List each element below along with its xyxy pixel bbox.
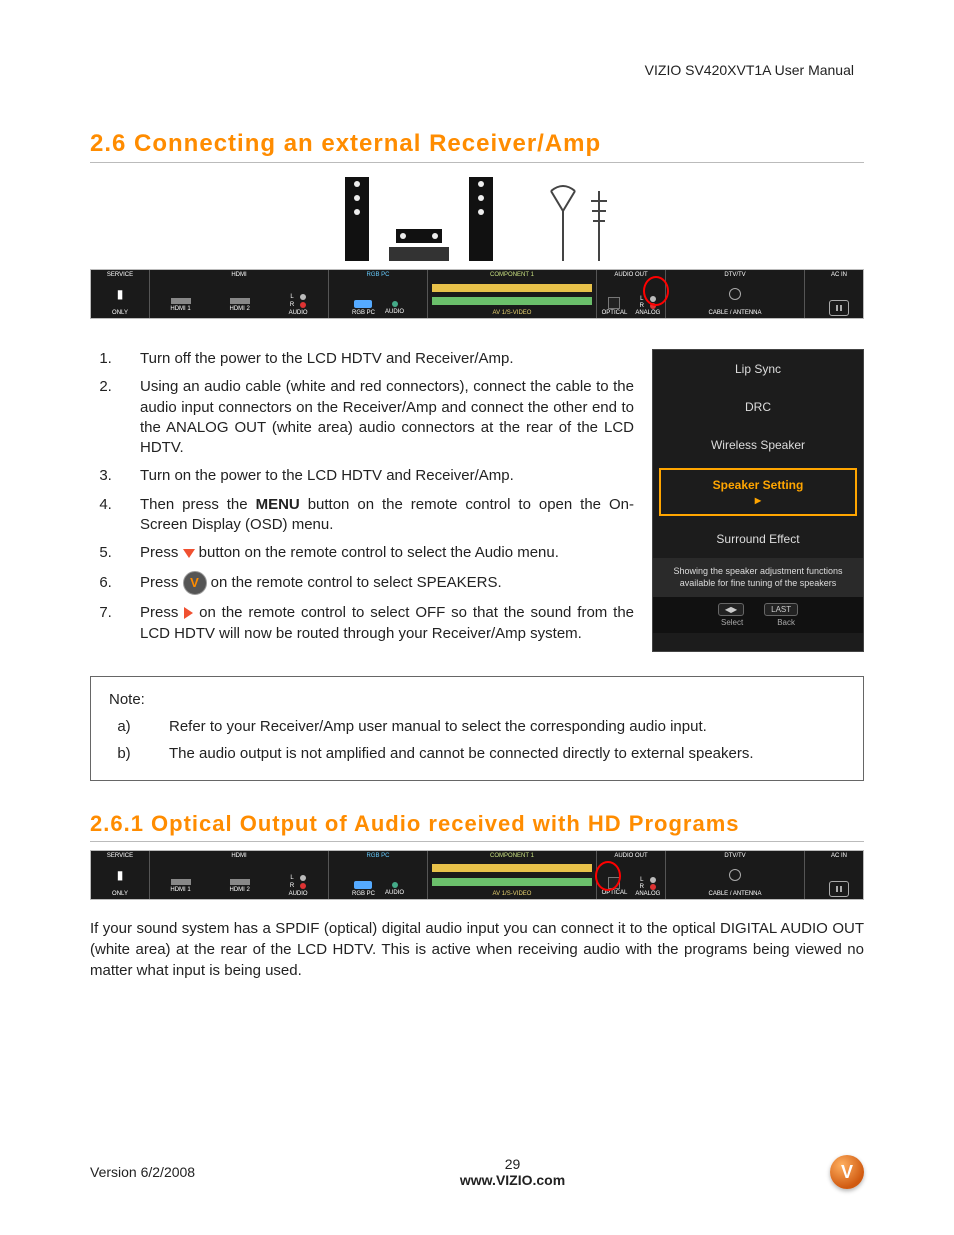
footer-url: www.VIZIO.com (460, 1172, 565, 1188)
step-2: Using an audio cable (white and red conn… (116, 377, 634, 458)
osd-label-select: Select (721, 618, 743, 627)
step-1: Turn off the power to the LCD HDTV and R… (116, 349, 634, 369)
osd-item-drc: DRC (653, 388, 863, 426)
label-component1: COMPONENT 1 (490, 272, 534, 278)
note-label-a: a) (109, 718, 139, 735)
manual-page: VIZIO SV420XVT1A User Manual 2.6 Connect… (0, 0, 954, 1235)
osd-label-back: Back (777, 618, 795, 627)
label-audio-out: AUDIO OUT (614, 272, 647, 278)
rear-panel-diagram-1: SERVICE ▮ ONLY HDMI HDMI 1 HDMI 2 L R AU… (90, 269, 864, 319)
speaker-tower-left-icon (345, 177, 369, 261)
play-icon: ▶ (755, 496, 761, 505)
step-5: Press button on the remote control to se… (116, 543, 634, 563)
step-3: Turn on the power to the LCD HDTV and Re… (116, 466, 634, 486)
note-label-b: b) (109, 745, 139, 762)
osd-nav-button: ◀▶ (718, 603, 744, 616)
rear-panel-diagram-2: SERVICE ▮ ONLY HDMI HDMI 1 HDMI 2 L R AU… (90, 850, 864, 900)
osd-panel: Lip Sync DRC Wireless Speaker Speaker Se… (652, 349, 864, 652)
note-title: Note: (109, 691, 845, 708)
step-7: Press on the remote control to select OF… (116, 603, 634, 644)
subsection-paragraph: If your sound system has a SPDIF (optica… (90, 918, 864, 981)
v-button-icon: V (183, 571, 207, 595)
speaker-tower-right-icon (469, 177, 493, 261)
label-cable: CABLE / ANTENNA (708, 310, 761, 316)
section-heading: 2.6 Connecting an external Receiver/Amp (90, 130, 864, 163)
footer-version: Version 6/2/2008 (90, 1164, 195, 1180)
center-amp-icon (389, 229, 449, 261)
note-text-b: The audio output is not amplified and ca… (169, 745, 754, 762)
arrow-right-icon (184, 607, 193, 619)
antenna-icon (543, 181, 609, 261)
label-audio: AUDIO (289, 310, 308, 316)
header-manual-title: VIZIO SV420XVT1A User Manual (645, 62, 854, 78)
osd-footer-text: Showing the speaker adjustment functions… (653, 558, 863, 597)
label-av: AV 1/S-VIDEO (493, 310, 532, 316)
osd-item-wireless-speaker: Wireless Speaker (653, 426, 863, 464)
label-hdmi: HDMI (231, 272, 246, 278)
label-ac-in: AC IN (831, 272, 847, 278)
osd-item-speaker-setting: Speaker Setting ▶ (659, 468, 857, 516)
osd-last-button: LAST (764, 603, 798, 616)
note-box: Note: a) Refer to your Receiver/Amp user… (90, 676, 864, 781)
footer-page-number: 29 (505, 1156, 521, 1172)
label-service: SERVICE (107, 272, 133, 278)
label-dtvtv: DTV/TV (724, 272, 745, 278)
arrow-down-icon (183, 549, 195, 558)
osd-item-lip-sync: Lip Sync (653, 350, 863, 388)
note-text-a: Refer to your Receiver/Amp user manual t… (169, 718, 707, 735)
label-hdmi1: HDMI 1 (170, 306, 190, 312)
vizio-logo-icon: V (830, 1155, 864, 1189)
label-only: ONLY (112, 310, 128, 316)
step-6: Press V on the remote control to select … (116, 571, 634, 595)
label-rgb-pc: RGB PC (366, 272, 389, 278)
optical-out-highlight-icon (595, 861, 621, 891)
speakers-illustration (90, 177, 864, 261)
subsection-heading: 2.6.1 Optical Output of Audio received w… (90, 811, 864, 842)
instruction-list: Turn off the power to the LCD HDTV and R… (90, 349, 634, 644)
osd-item-surround-effect: Surround Effect (653, 520, 863, 558)
page-footer: Version 6/2/2008 29 www.VIZIO.com V (90, 1155, 864, 1189)
step-4: Then press the MENU button on the remote… (116, 495, 634, 536)
label-hdmi2: HDMI 2 (229, 306, 249, 312)
